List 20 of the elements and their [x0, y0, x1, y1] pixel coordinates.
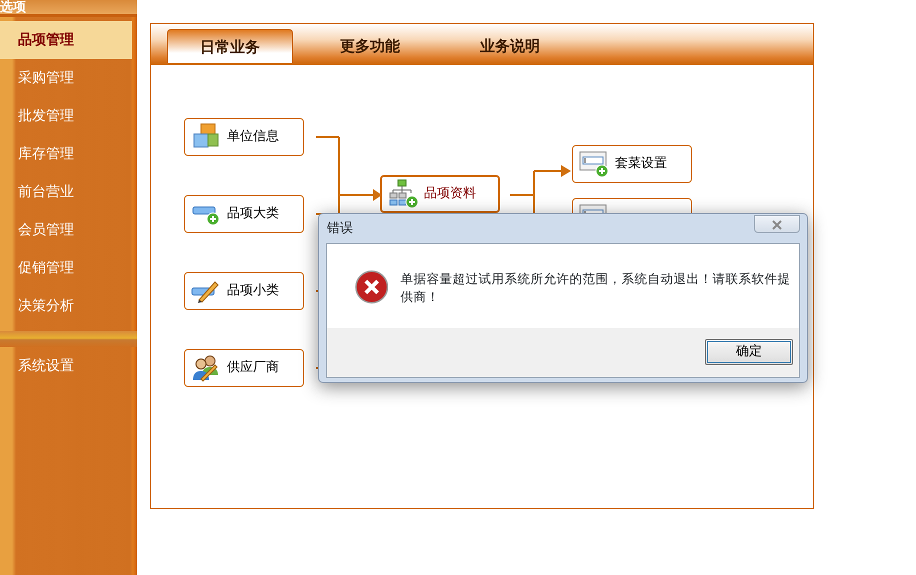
- sidebar-header: 选项: [0, 0, 137, 17]
- tab[interactable]: 业务说明: [447, 29, 573, 63]
- ok-button[interactable]: 确定: [705, 339, 793, 365]
- flow-card[interactable]: 品项资料: [380, 175, 500, 213]
- flow-card[interactable]: 品项小类: [184, 272, 304, 310]
- users-icon: [191, 353, 221, 383]
- flow-card[interactable]: 套菜设置: [572, 145, 692, 183]
- sidebar-item[interactable]: 品项管理: [0, 21, 132, 59]
- hierarchy-add-icon: [388, 179, 418, 209]
- flow-card[interactable]: 供应厂商: [184, 349, 304, 387]
- tab[interactable]: 更多功能: [307, 29, 433, 63]
- form-add-icon: [579, 149, 609, 179]
- dialog-title: 错误: [327, 220, 353, 238]
- flow-card[interactable]: 单位信息: [184, 118, 304, 156]
- close-button[interactable]: [754, 215, 800, 233]
- error-icon: [355, 270, 388, 304]
- flow-card[interactable]: 品项大类: [184, 195, 304, 233]
- error-message: 单据容量超过试用系统所允许的范围，系统自动退出！请联系软件提供商！: [400, 270, 792, 306]
- close-icon: [772, 220, 782, 230]
- tab[interactable]: 日常业务: [167, 29, 293, 63]
